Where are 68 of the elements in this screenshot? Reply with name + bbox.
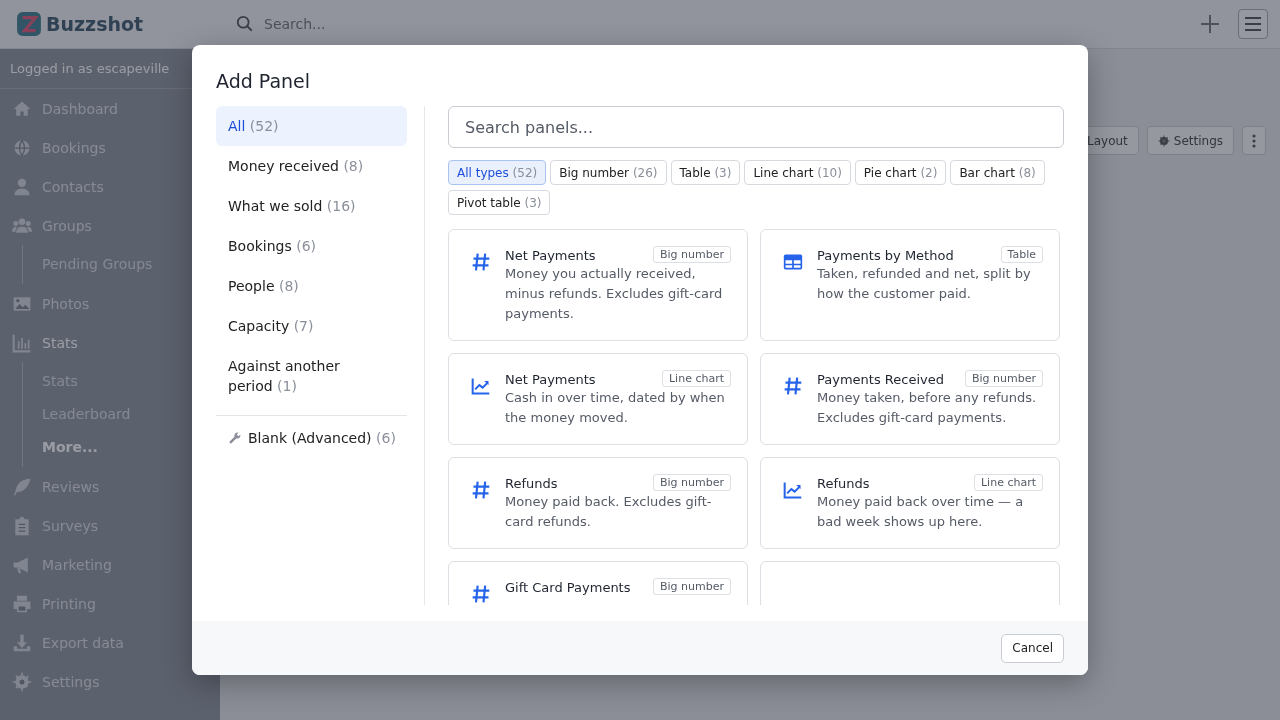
category-item[interactable]: What we sold (16) — [216, 186, 407, 226]
search-field[interactable]: Search... — [262, 15, 462, 33]
filter-chip[interactable]: Table (3) — [670, 160, 741, 185]
person-icon — [12, 176, 32, 197]
panel-title: Refunds — [505, 475, 558, 491]
gear-icon — [12, 671, 32, 692]
gear-icon — [1157, 134, 1170, 147]
hash-icon — [471, 584, 491, 604]
line-chart-icon — [471, 376, 491, 396]
type-tag: Big number — [653, 246, 731, 263]
menu-icon — [1245, 17, 1261, 31]
panel-description: Money paid back over time — a bad week shows up here. — [817, 493, 1025, 531]
hash-icon — [471, 480, 491, 500]
search-field[interactable]: Search panels... — [448, 106, 1064, 148]
type-tag: Line chart — [973, 474, 1043, 491]
panel-title: Gift Card Payments — [505, 579, 631, 595]
category-item[interactable]: All (52) — [216, 106, 407, 146]
panel-card[interactable]: Net Payments Line chart Cash in over time, dated by when the money moved. — [448, 353, 748, 445]
panel-card[interactable]: Net Payments Big number Money you actually received, minus refunds. Excludes gift-card payments. — [448, 229, 748, 341]
panel-card[interactable]: Payments Received Big number Money taken, before any refunds. Excludes gift-card payments. — [760, 353, 1060, 445]
plus-icon[interactable] — [1200, 14, 1220, 34]
panel-description: Money taken, before any refunds. Excludes gift-card payments. — [817, 389, 1038, 427]
panel-card[interactable]: Refunds Line chart Money paid back over time — a bad week shows up here. — [760, 457, 1060, 549]
bar-chart-icon — [12, 332, 32, 353]
printer-icon — [12, 593, 32, 614]
panel-card[interactable]: Refunds Big number Money paid back. Excludes gift-card refunds. — [448, 457, 748, 549]
more-button[interactable] — [1242, 126, 1266, 155]
cancel-button[interactable]: Cancel — [1001, 633, 1064, 663]
panel-title: Payments Received — [817, 371, 944, 387]
logo-icon — [16, 11, 42, 37]
logo-text: Buzzshot — [46, 13, 144, 35]
filter-chip[interactable]: Big number (26) — [550, 160, 667, 185]
wrench-icon — [228, 431, 242, 445]
filter-chip[interactable]: Bar chart (8) — [950, 160, 1045, 185]
line-chart-icon — [783, 480, 803, 500]
type-tag: Table — [1000, 246, 1043, 263]
type-tag: Big number — [653, 474, 731, 491]
feather-icon — [12, 476, 32, 497]
type-tag: Big number — [653, 578, 731, 595]
filter-chip[interactable]: Pie chart (2) — [854, 160, 947, 185]
category-item[interactable]: People (8) — [216, 266, 407, 306]
type-tag: Line chart — [661, 370, 731, 387]
panel-title: Refunds — [817, 475, 870, 491]
download-icon — [12, 632, 32, 653]
panel-title: Payments by Method — [817, 247, 954, 263]
clipboard-icon — [12, 515, 32, 536]
panel-description: Taken, refunded and net, split by how the customer paid. — [817, 265, 1032, 303]
panel-title: Net Payments — [505, 371, 596, 387]
hash-icon — [471, 252, 491, 272]
category-item[interactable]: Bookings (6) — [216, 226, 407, 266]
search-icon — [236, 15, 254, 33]
panel-description: Cash in over time, dated by when the money moved. — [505, 389, 726, 427]
filter-chip[interactable]: All types (52) — [448, 160, 547, 185]
globe-icon — [12, 137, 32, 158]
category-item[interactable]: Money received (8) — [216, 146, 407, 186]
table-icon — [783, 252, 803, 272]
menu-button[interactable] — [1238, 9, 1268, 39]
filter-chip[interactable]: Pivot table (3) — [448, 190, 551, 215]
panel-title: Net Payments — [505, 247, 596, 263]
kebab-icon — [1252, 133, 1256, 148]
panel-card[interactable]: Payments by Method Table Taken, refunded and net, split by how the customer paid. — [760, 229, 1060, 341]
panel-description: Money you actually received, minus refunds. Excludes gift-card payments. — [505, 265, 724, 323]
category-item[interactable]: Blank (Advanced) (6) — [216, 418, 407, 458]
settings-button[interactable]: Settings — [1146, 126, 1234, 155]
type-tag: Big number — [965, 370, 1043, 387]
hash-icon — [783, 376, 803, 396]
filter-chip[interactable]: Line chart (10) — [744, 160, 851, 185]
panel-description: Money paid back. Excludes gift-card refunds. — [505, 493, 713, 531]
